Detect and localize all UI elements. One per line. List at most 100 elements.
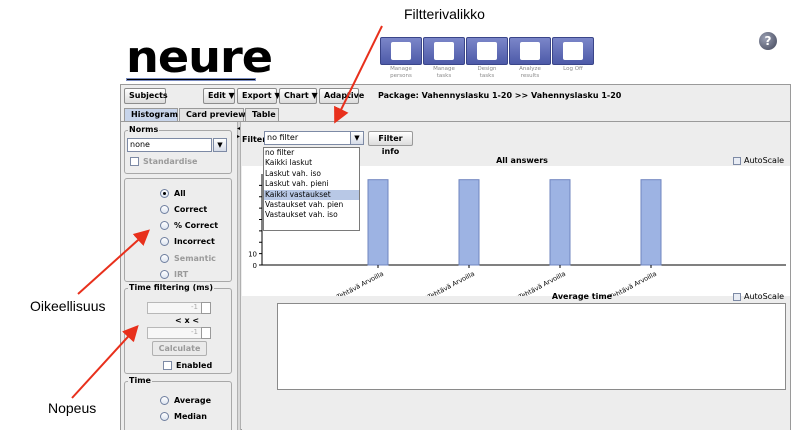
filter-label: Filter [242,135,267,144]
tab-histogram[interactable]: Histogram [124,108,178,121]
radio-irt[interactable]: IRT [160,269,188,281]
nav-button-0[interactable] [380,37,422,65]
nav-button-2[interactable] [466,37,508,65]
edit-menu[interactable]: Edit ▼ [203,88,235,104]
bar [640,179,662,266]
nav-label-line1: Manage [433,66,455,72]
chevron-down-icon[interactable]: ▼ [213,138,227,152]
screen: neure Manage persons Manage tasks Design task… [0,0,800,430]
filter-option[interactable]: Kaikki vastaukset [264,189,359,200]
radio-incorrect[interactable]: Incorrect [160,236,215,248]
filter-option[interactable]: Kaikki laskut [264,158,359,168]
nav-button-label: Manage tasks [423,66,465,80]
analyze-icon [520,42,540,60]
radio-label: Correct [174,204,208,214]
nav-button-label: Design tasks [466,66,508,80]
annotation-filter-menu: Filtterivalikko [404,6,485,22]
filter-option[interactable]: Vastaukset vah. iso [264,210,359,220]
filter-option[interactable]: Laskut vah. pieni [264,179,359,189]
nav-label-line1: Analyze [519,66,541,72]
chart-title: All answers [496,156,548,165]
export-menu[interactable]: Export ▼ [237,88,281,104]
between-label: < x < [175,316,200,325]
spinner-arrows-icon[interactable] [201,302,211,314]
radio-semantic[interactable]: Semantic [160,252,216,264]
nav-button-3[interactable] [509,37,551,65]
radio-label: All [174,188,186,198]
neure-logo: neure [126,34,273,82]
nav-button-1[interactable] [423,37,465,65]
collapse-arrow-icon[interactable]: ◂ [237,125,240,132]
checkbox-box [733,292,741,301]
standardise-checkbox[interactable]: Standardise [130,157,197,166]
radio-correct[interactable]: % Correct [160,220,218,232]
radio-correct[interactable]: Correct [160,203,207,215]
radio-dot [160,270,169,279]
enabled-label: Enabled [176,361,213,370]
average-time-chart [277,303,786,390]
spinner-arrows-icon[interactable] [201,327,211,339]
nav-button-label: Analyze results [509,66,551,80]
persons-icon [391,42,411,60]
bar [549,179,571,266]
nav-label-line2: tasks [436,73,452,79]
adaptive-button[interactable]: Adaptive [319,88,364,104]
time-title: Time [128,376,152,385]
tab-card-preview[interactable]: Card preview [179,108,246,121]
enabled-checkbox[interactable]: Enabled [163,361,212,370]
radio-label: Incorrect [174,237,215,247]
filter-select[interactable]: no filter [264,131,351,145]
time-min-value: -1 [191,303,198,311]
nav-label-line1: Manage [390,66,412,72]
annotation-correctness: Oikeellisuus [30,298,106,314]
nav-label-line2: persons [390,73,412,79]
subjects-button[interactable]: Subjects [124,88,168,104]
package-breadcrumb: Package: Vahennyslasku 1-20 >> Vahennysl… [378,91,622,100]
radio-label: IRT [174,270,189,279]
bar [458,179,480,266]
design-icon [477,42,497,60]
radio-dot [160,411,169,421]
autoscale-checkbox-2[interactable]: AutoScale [733,292,784,301]
time-max-spinner[interactable]: -1 [147,327,211,339]
norms-select[interactable]: none [127,138,212,152]
standardise-label: Standardise [143,157,198,166]
filter-option[interactable]: Vastaukset vah. pien [264,200,359,210]
radio-dot [160,237,169,247]
autoscale-checkbox-1[interactable]: AutoScale [733,156,784,165]
time-min-spinner[interactable]: -1 [147,302,211,314]
time-group: Time Average Median [124,376,232,430]
checkbox-box [163,361,172,370]
average-label: Average [174,395,212,405]
left-panel: Norms none ▼ Standardise All Correct % Cor… [121,122,237,430]
nav-button-label: Manage persons [380,66,422,80]
average-time-title: Average time [551,292,613,301]
time-filtering-group: Time filtering (ms) -1 < x < -1 Calculat… [124,283,232,374]
tab-table[interactable]: Table [245,108,279,121]
autoscale-label: AutoScale [744,292,785,301]
radio-dot [160,204,169,214]
chart-menu[interactable]: Chart ▼ [279,88,318,104]
annotation-speed: Nopeus [48,400,97,416]
radio-dot [160,395,169,405]
y-tick-label: 0 [253,262,257,270]
filter-option[interactable]: Laskut vah. iso [264,169,359,179]
filter-info-button[interactable]: Filter info [368,131,413,156]
nav-label-line2: results [520,73,540,79]
radio-label: Semantic [174,253,216,263]
radio-average[interactable]: Average [160,394,211,406]
nav-button-4[interactable] [552,37,594,65]
median-label: Median [174,411,207,421]
filter-option[interactable]: no filter [264,148,359,158]
help-icon[interactable]: ? [759,32,777,50]
chevron-down-icon[interactable]: ▼ [350,131,364,145]
radio-median[interactable]: Median [160,410,207,422]
expand-arrow-icon[interactable]: ▸ [237,133,240,140]
nav-button-label: Log Off [552,66,594,73]
autoscale-label: AutoScale [744,156,785,165]
split-pane-divider[interactable] [237,122,241,430]
calculate-button[interactable]: Calculate [152,341,207,356]
radio-label: % Correct [174,221,219,231]
time-filtering-title: Time filtering (ms) [128,283,214,292]
radio-all[interactable]: All [160,187,186,199]
